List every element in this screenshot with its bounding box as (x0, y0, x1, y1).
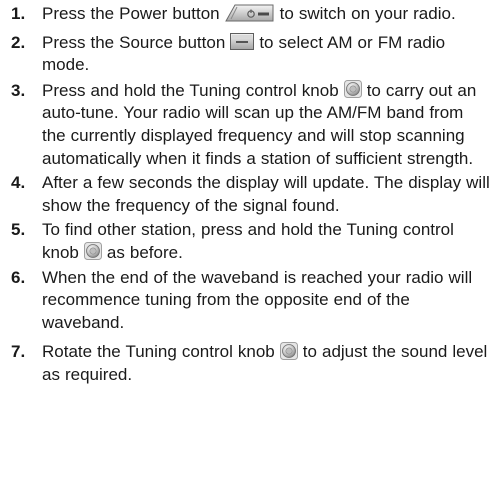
instruction-list: 1. Press the Power button to switch on yo… (0, 3, 493, 393)
step-text: When the end of the waveband is reached … (42, 267, 473, 332)
tuning-knob-icon (279, 341, 298, 360)
power-button-icon (224, 4, 275, 22)
step-text-continued: to switch on your radio. (274, 4, 456, 23)
step-6: 6. When the end of the waveband is reache… (0, 267, 493, 335)
step-3: 3. Press and hold the Tuning control knob… (0, 80, 493, 170)
step-text: After a few seconds the display will upd… (42, 173, 490, 215)
step-2: 2. Press the Source button to select AM o… (0, 32, 493, 77)
step-number: 3. (11, 80, 26, 100)
step-number: 1. (11, 4, 26, 23)
source-button-icon (230, 32, 255, 50)
step-7: 7. Rotate the Tuning control knob to adju… (0, 341, 493, 386)
step-text: Press and hold the Tuning control knob (42, 80, 344, 100)
step-number: 4. (11, 173, 26, 193)
step-text: Press the Power button (42, 4, 225, 23)
step-number: 2. (11, 32, 26, 52)
step-number: 6. (11, 267, 26, 287)
tuning-knob-icon (343, 80, 362, 99)
step-text: Rotate the Tuning control knob (42, 342, 280, 362)
step-text: Press the Source button (42, 32, 231, 52)
step-5: 5. To find other station, press and hold … (0, 219, 493, 264)
tuning-knob-icon (83, 242, 102, 261)
step-text-continued: as before. (101, 242, 183, 262)
step-number: 7. (11, 342, 26, 362)
step-4: 4. After a few seconds the display will u… (0, 172, 493, 217)
step-number: 5. (11, 220, 26, 240)
step-1: 1. Press the Power button to switch on yo… (0, 3, 493, 26)
